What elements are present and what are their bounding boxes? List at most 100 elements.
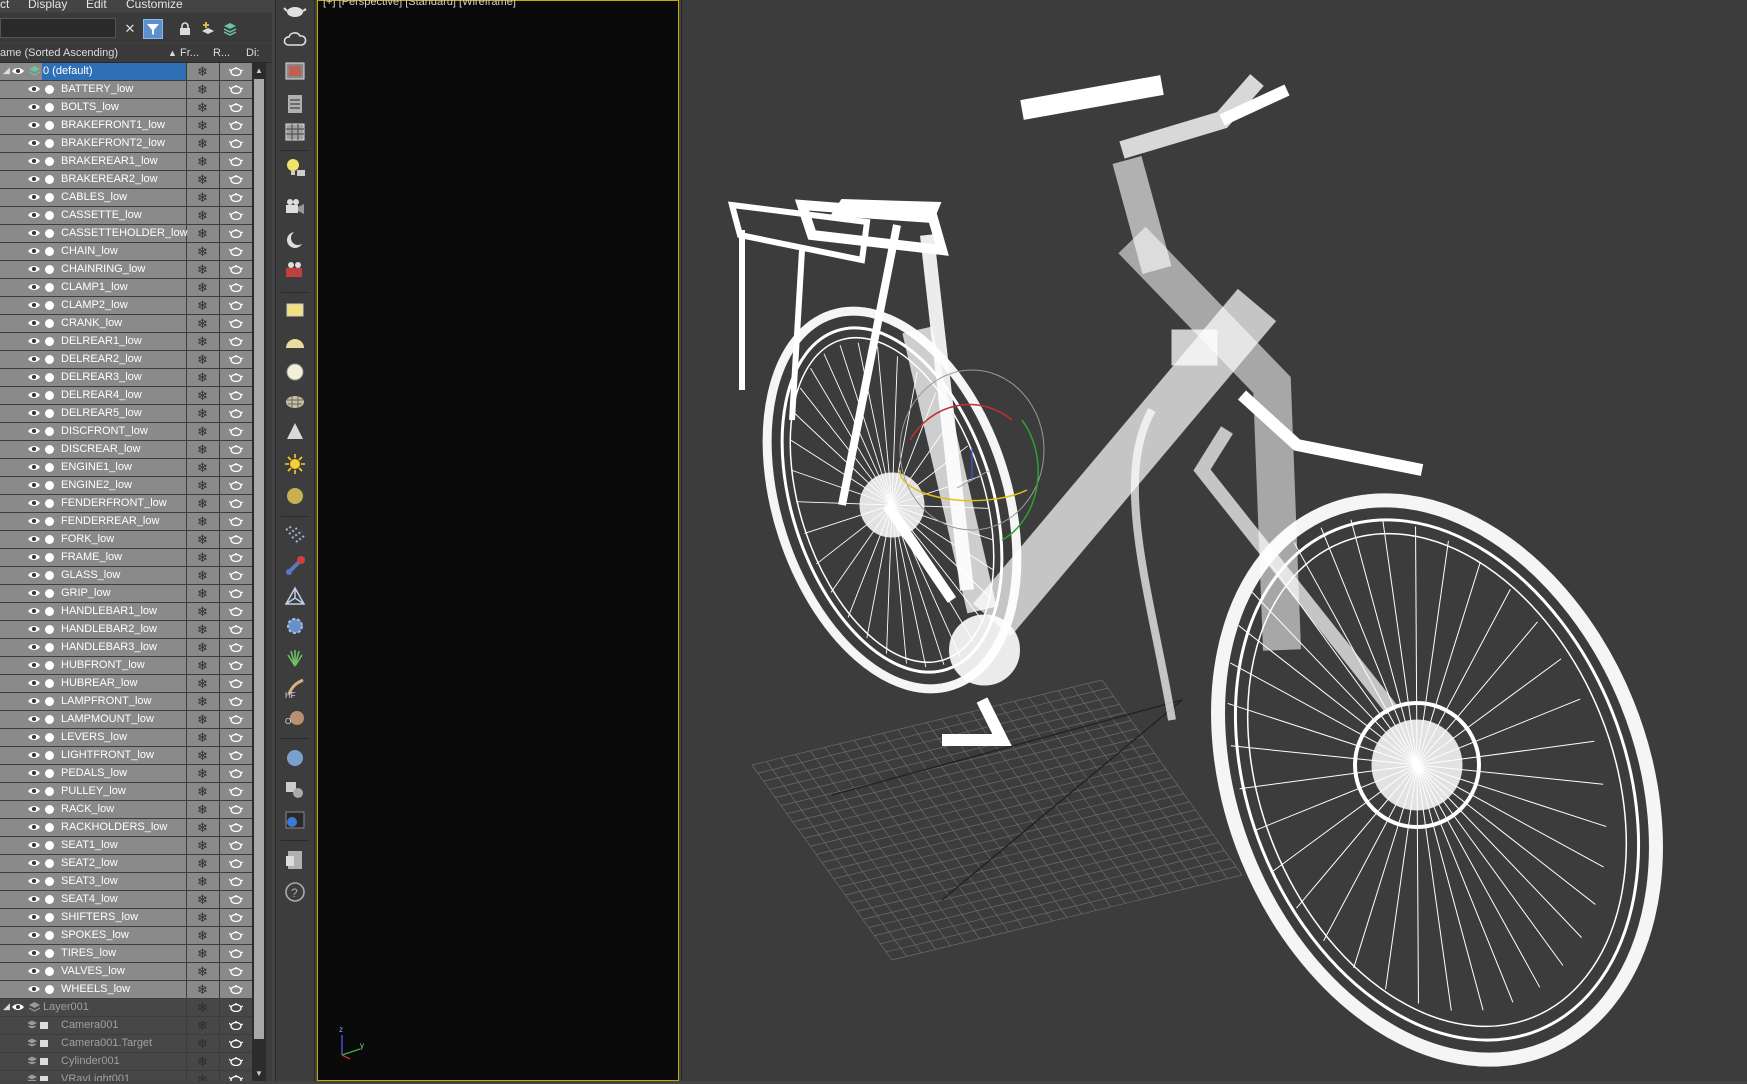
visibility-eye-icon[interactable] — [28, 265, 40, 273]
freeze-snowflake-icon[interactable]: ❄ — [197, 550, 208, 566]
freeze-snowflake-icon[interactable]: ❄ — [197, 874, 208, 890]
renderable-teapot-icon[interactable] — [229, 354, 243, 364]
freeze-snowflake-icon[interactable]: ❄ — [197, 910, 208, 926]
scripts-icon[interactable] — [283, 848, 307, 872]
visibility-eye-icon[interactable] — [28, 931, 40, 939]
freeze-snowflake-icon[interactable]: ❄ — [197, 100, 208, 116]
object-row[interactable]: GLASS_low ❄ — [0, 567, 252, 585]
freeze-snowflake-icon[interactable]: ❄ — [197, 676, 208, 692]
visibility-eye-icon[interactable] — [28, 895, 40, 903]
object-row[interactable]: BRAKEREAR2_low ❄ — [0, 171, 252, 189]
object-row[interactable]: SEAT1_low ❄ — [0, 837, 252, 855]
visibility-eye-icon[interactable] — [28, 337, 40, 345]
object-row[interactable]: CABLES_low ❄ — [0, 189, 252, 207]
renderable-teapot-icon[interactable] — [229, 588, 243, 598]
freeze-snowflake-icon[interactable]: ❄ — [197, 1036, 208, 1052]
object-row[interactable]: DELREAR5_low ❄ — [0, 405, 252, 423]
visibility-eye-icon[interactable] — [28, 193, 40, 201]
menu-customize[interactable]: Customize — [126, 0, 183, 10]
freeze-snowflake-icon[interactable]: ❄ — [197, 766, 208, 782]
freeze-snowflake-icon[interactable]: ❄ — [197, 694, 208, 710]
freeze-snowflake-icon[interactable]: ❄ — [197, 1000, 208, 1016]
object-row[interactable]: LEVERS_low ❄ — [0, 729, 252, 747]
visibility-eye-icon[interactable] — [28, 643, 40, 651]
object-row[interactable]: CLAMP1_low ❄ — [0, 279, 252, 297]
renderable-teapot-icon[interactable] — [229, 336, 243, 346]
column-renderable[interactable]: R... — [213, 47, 230, 59]
visibility-eye-icon[interactable] — [28, 859, 40, 867]
freeze-snowflake-icon[interactable]: ❄ — [197, 424, 208, 440]
renderable-teapot-icon[interactable] — [229, 282, 243, 292]
freeze-snowflake-icon[interactable]: ❄ — [197, 190, 208, 206]
freeze-snowflake-icon[interactable]: ❄ — [197, 388, 208, 404]
freeze-snowflake-icon[interactable]: ❄ — [197, 784, 208, 800]
renderable-teapot-icon[interactable] — [229, 732, 243, 742]
freeze-snowflake-icon[interactable]: ❄ — [197, 622, 208, 638]
moon-icon[interactable] — [283, 228, 307, 252]
freeze-snowflake-icon[interactable]: ❄ — [197, 604, 208, 620]
render-setup-icon[interactable] — [283, 808, 307, 832]
expand-arrow-icon[interactable]: ◢ — [3, 65, 10, 76]
renderable-teapot-icon[interactable] — [229, 876, 243, 886]
freeze-snowflake-icon[interactable]: ❄ — [197, 1018, 208, 1034]
object-row[interactable]: HANDLEBAR1_low ❄ — [0, 603, 252, 621]
object-row[interactable]: SPOKES_low ❄ — [0, 927, 252, 945]
column-display[interactable]: Di: — [246, 47, 259, 59]
freeze-snowflake-icon[interactable]: ❄ — [197, 514, 208, 530]
visibility-eye-icon[interactable] — [28, 823, 40, 831]
object-row[interactable]: BRAKEFRONT2_low ❄ — [0, 135, 252, 153]
visibility-eye-icon[interactable] — [28, 247, 40, 255]
renderable-teapot-icon[interactable] — [229, 660, 243, 670]
visibility-eye-icon[interactable] — [28, 85, 40, 93]
visibility-eye-icon[interactable] — [28, 283, 40, 291]
particles-icon[interactable] — [283, 522, 307, 546]
renderable-teapot-icon[interactable] — [229, 102, 243, 112]
renderable-teapot-icon[interactable] — [229, 138, 243, 148]
object-row[interactable]: FORK_low ❄ — [0, 531, 252, 549]
object-row[interactable]: RACK_low ❄ — [0, 801, 252, 819]
object-row[interactable]: VRayLight001 ❄ — [0, 1071, 252, 1081]
freeze-snowflake-icon[interactable]: ❄ — [197, 982, 208, 998]
renderable-teapot-icon[interactable] — [229, 804, 243, 814]
freeze-snowflake-icon[interactable]: ❄ — [197, 586, 208, 602]
renderable-teapot-icon[interactable] — [229, 84, 243, 94]
renderable-teapot-icon[interactable] — [229, 984, 243, 994]
object-row[interactable]: FENDERREAR_low ❄ — [0, 513, 252, 531]
visibility-eye-icon[interactable] — [28, 751, 40, 759]
freeze-snowflake-icon[interactable]: ❄ — [197, 748, 208, 764]
menu-select[interactable]: ct — [0, 0, 9, 10]
visibility-eye-icon[interactable] — [28, 103, 40, 111]
renderable-teapot-icon[interactable] — [229, 624, 243, 634]
material-editor-icon[interactable] — [283, 778, 307, 802]
renderable-teapot-icon[interactable] — [229, 1020, 243, 1030]
viewport-perspective[interactable] — [681, 0, 1747, 1081]
visibility-eye-icon[interactable] — [28, 985, 40, 993]
clear-search-button[interactable]: ✕ — [120, 19, 140, 39]
renderable-teapot-icon[interactable] — [229, 858, 243, 868]
visibility-eye-icon[interactable] — [28, 715, 40, 723]
visibility-eye-icon[interactable] — [28, 409, 40, 417]
freeze-snowflake-icon[interactable]: ❄ — [197, 478, 208, 494]
scroll-thumb[interactable] — [254, 79, 264, 1039]
renderable-teapot-icon[interactable] — [229, 120, 243, 130]
grass-icon[interactable] — [283, 646, 307, 670]
object-row[interactable]: RACKHOLDERS_low ❄ — [0, 819, 252, 837]
new-layer-button[interactable] — [198, 19, 218, 39]
plane-icon[interactable] — [283, 298, 307, 322]
object-row[interactable]: CLAMP2_low ❄ — [0, 297, 252, 315]
renderable-teapot-icon[interactable] — [229, 750, 243, 760]
renderable-teapot-icon[interactable] — [229, 966, 243, 976]
visibility-eye-icon[interactable] — [28, 355, 40, 363]
dome-light-icon[interactable] — [283, 484, 307, 508]
object-row[interactable]: DISCREAR_low ❄ — [0, 441, 252, 459]
visibility-eye-icon[interactable] — [28, 967, 40, 975]
freeze-snowflake-icon[interactable]: ❄ — [197, 352, 208, 368]
visibility-eye-icon[interactable] — [28, 679, 40, 687]
film-camera-icon[interactable] — [283, 258, 307, 282]
visibility-eye-icon[interactable] — [28, 463, 40, 471]
renderable-teapot-icon[interactable] — [229, 822, 243, 832]
visibility-eye-icon[interactable] — [28, 139, 40, 147]
visibility-eye-icon[interactable] — [28, 625, 40, 633]
object-row[interactable]: DELREAR3_low ❄ — [0, 369, 252, 387]
renderable-teapot-icon[interactable] — [229, 768, 243, 778]
